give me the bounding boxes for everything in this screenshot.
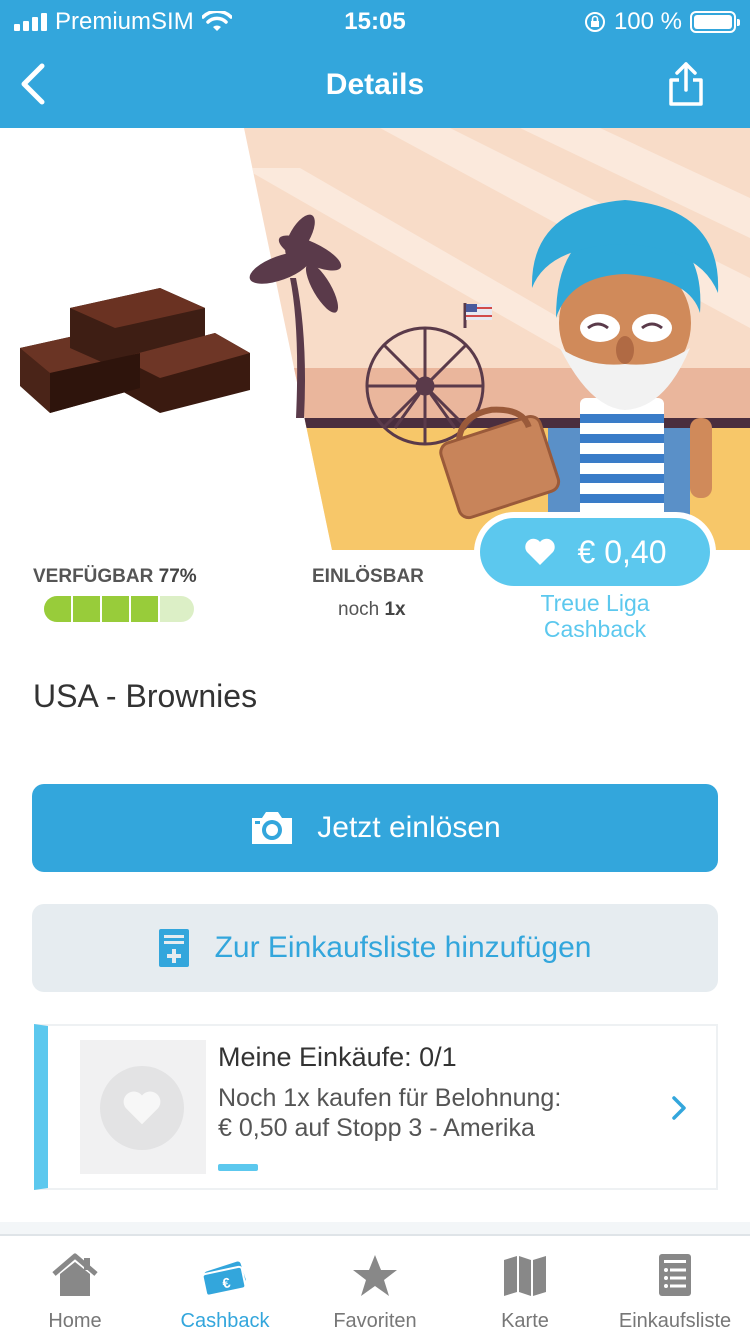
divider [0,1222,750,1234]
hero-banner [0,128,750,550]
availability-segment [73,596,102,622]
share-button[interactable] [666,62,706,106]
tab-home-label: Home [48,1310,102,1332]
reward-requirement: Noch 1x kaufen für Belohnung: [218,1084,562,1112]
battery-icon [690,11,740,33]
tab-map-label: Karte [501,1310,549,1332]
loyalty-caption: Treue Liga Cashback [540,590,650,642]
availability-segment [44,596,73,622]
hero-illustration [20,128,750,550]
redeem-button-label: Jetzt einlösen [317,811,501,844]
tab-shopping-list-label: Einkaufsliste [618,1310,732,1332]
reward-thumbnail [80,1040,206,1174]
availability-segment [131,596,160,622]
availability-label: VERFÜGBAR 77% [33,566,197,587]
home-icon [52,1253,98,1296]
redeem-button[interactable]: Jetzt einlösen [32,784,718,872]
status-bar: PremiumSIM 15:05 100 % [0,0,750,42]
add-to-list-label: Zur Einkaufsliste hinzufügen [214,931,592,964]
rotation-lock-icon [584,12,605,32]
tab-favorites[interactable]: Favoriten [300,1236,450,1334]
star-icon [353,1255,397,1296]
cashback-icon: € [201,1261,247,1297]
heart-icon [123,1091,161,1125]
tab-favorites-label: Favoriten [333,1310,417,1332]
tab-cashback[interactable]: € Cashback [150,1236,300,1334]
tab-home[interactable]: Home [0,1236,150,1334]
tab-cashback-label: Cashback [180,1310,270,1332]
purchases-count: Meine Einkäufe: 0/1 [218,1042,457,1072]
battery-percent: 100 % [613,8,682,35]
cashback-price-badge: € 0,40 [474,512,716,592]
add-to-list-button[interactable]: Zur Einkaufsliste hinzufügen [32,904,718,992]
product-title: USA - Brownies [33,678,258,714]
camera-icon [252,812,293,844]
purchases-card[interactable]: Meine Einkäufe: 0/1 Noch 1x kaufen für B… [34,1024,718,1190]
heart-icon [524,538,555,565]
navigation-bar: Details [0,48,750,124]
list-icon [659,1254,691,1296]
top-bar: PremiumSIM 15:05 100 % Details [0,0,750,128]
purchase-progress-bar [218,1164,258,1171]
redeemable-count: noch 1x [338,599,406,620]
tab-map[interactable]: Karte [450,1236,600,1334]
reward-detail: € 0,50 auf Stopp 3 - Amerika [218,1114,535,1142]
tab-shopping-list[interactable]: Einkaufsliste [600,1236,750,1334]
availability-bar [44,596,194,622]
chevron-right-icon[interactable] [670,1094,688,1122]
price-amount: € 0,40 [577,533,667,570]
list-add-icon [158,929,189,967]
map-icon [504,1256,546,1296]
redeemable-label: EINLÖSBAR [312,566,424,587]
availability-segment [102,596,131,622]
availability-value: 77% [158,566,197,587]
tab-bar: Home € Cashback Favoriten Karte Einkaufs… [0,1234,750,1334]
page-title: Details [325,68,425,101]
